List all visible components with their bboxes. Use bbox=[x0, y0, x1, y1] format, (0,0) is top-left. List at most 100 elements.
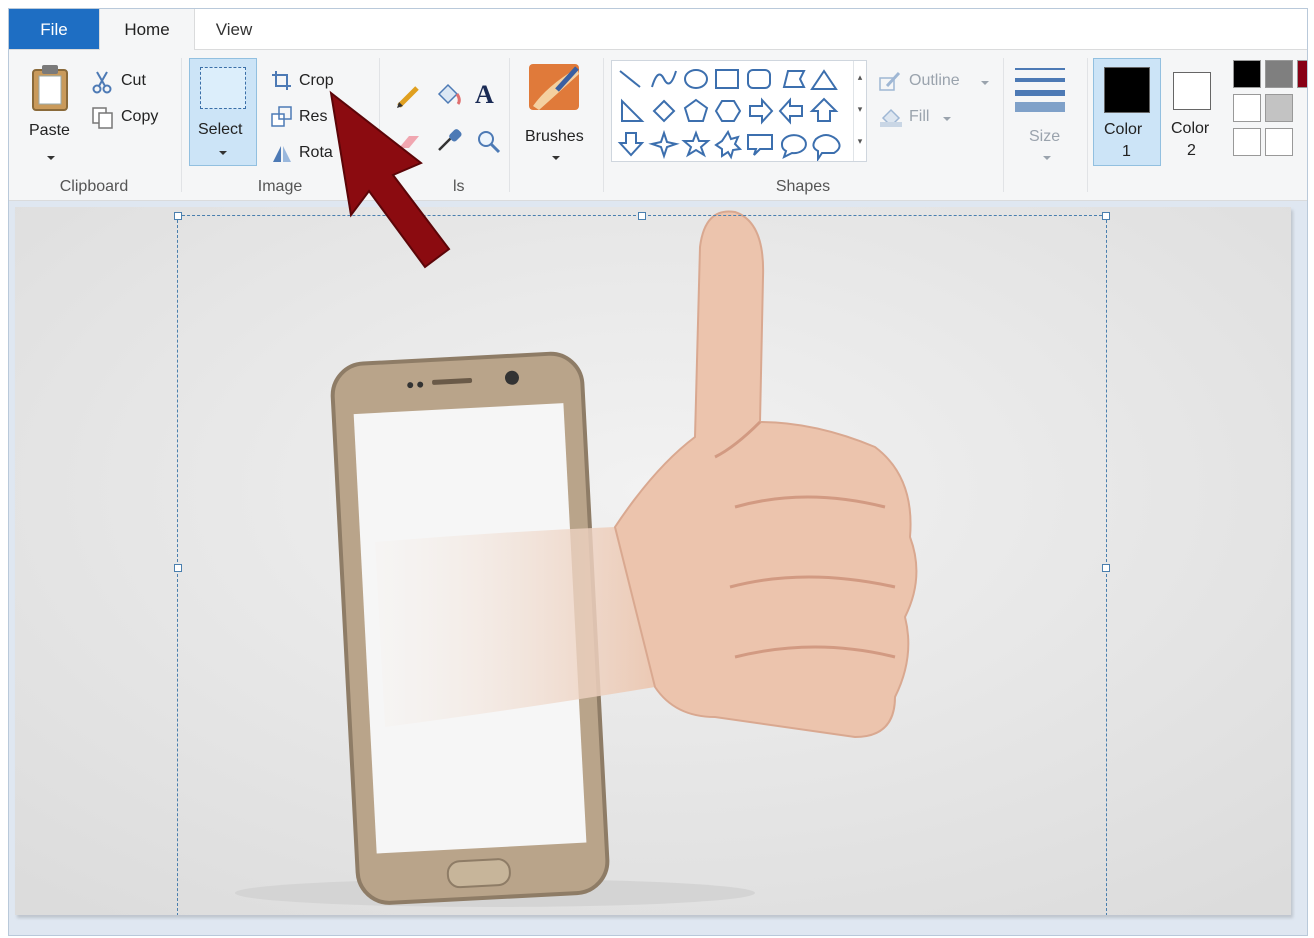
fill-button[interactable]: Fill bbox=[879, 106, 999, 130]
color1-number: 1 bbox=[1122, 143, 1131, 160]
magnifier-icon[interactable] bbox=[475, 128, 503, 156]
paste-dropdown-icon[interactable] bbox=[47, 156, 55, 160]
ribbon: Paste Cut Copy Clipboard Select Crop Res… bbox=[9, 50, 1307, 201]
triangle-shape-icon bbox=[810, 69, 838, 90]
selection-handle[interactable] bbox=[1102, 212, 1110, 220]
palette-swatch-white[interactable] bbox=[1233, 94, 1261, 122]
group-divider bbox=[1003, 58, 1004, 192]
four-point-star-shape-icon bbox=[648, 129, 680, 160]
palette-swatch-empty[interactable] bbox=[1265, 128, 1293, 156]
expand-gallery-icon[interactable]: ▾ bbox=[854, 125, 866, 157]
line-shape-icon bbox=[619, 70, 641, 88]
cloud-callout-shape-icon bbox=[812, 134, 841, 161]
rounded-rectangle-shape-icon bbox=[747, 69, 771, 89]
outline-dropdown-icon[interactable] bbox=[981, 81, 989, 85]
size-group[interactable]: Size bbox=[1005, 50, 1085, 200]
brush-icon bbox=[529, 64, 579, 110]
canvas-image[interactable] bbox=[15, 207, 1291, 915]
menu-bar: File Home View bbox=[9, 9, 1307, 50]
select-button[interactable]: Select bbox=[189, 58, 257, 166]
shapes-group: ▴ ▾ ▾ Outline Fill Shapes bbox=[605, 50, 1001, 200]
color2-number: 2 bbox=[1187, 142, 1196, 159]
color-palette bbox=[1231, 60, 1307, 170]
rect-callout-shape-icon bbox=[747, 134, 773, 156]
copy-button[interactable]: Copy bbox=[91, 106, 171, 130]
palette-swatch-empty[interactable] bbox=[1233, 128, 1261, 156]
crop-icon bbox=[272, 71, 291, 90]
up-arrow-shape-icon bbox=[809, 97, 839, 122]
shapes-scrollbar[interactable]: ▴ ▾ ▾ bbox=[853, 61, 866, 161]
group-divider bbox=[1087, 58, 1088, 192]
selection-handle[interactable] bbox=[174, 564, 182, 572]
brushes-group[interactable]: Brushes bbox=[511, 50, 601, 200]
outline-button[interactable]: Outline bbox=[879, 70, 999, 94]
color2-button[interactable]: Color 2 bbox=[1163, 58, 1229, 164]
copy-icon bbox=[92, 107, 113, 129]
oval-callout-shape-icon bbox=[780, 134, 807, 159]
resize-icon bbox=[271, 106, 292, 127]
color1-button[interactable]: Color 1 bbox=[1093, 58, 1161, 166]
left-arrow-shape-icon bbox=[778, 97, 803, 125]
fill-dropdown-icon[interactable] bbox=[943, 117, 951, 121]
tab-home[interactable]: Home bbox=[99, 9, 195, 50]
scroll-up-icon[interactable]: ▴ bbox=[854, 61, 866, 93]
shapes-gallery-icons bbox=[617, 69, 841, 161]
tab-view[interactable]: View bbox=[199, 9, 269, 49]
right-arrow-shape-icon bbox=[749, 97, 774, 125]
selection-handle[interactable] bbox=[1102, 564, 1110, 572]
select-label: Select bbox=[198, 121, 243, 138]
group-divider bbox=[603, 58, 604, 192]
rotate-icon bbox=[273, 146, 291, 162]
selection-handle[interactable] bbox=[174, 212, 182, 220]
outline-label: Outline bbox=[909, 72, 960, 89]
canvas-area bbox=[9, 201, 1307, 935]
select-dropdown-icon[interactable] bbox=[219, 151, 227, 155]
five-point-star-shape-icon bbox=[681, 130, 711, 158]
select-rect-icon bbox=[200, 67, 246, 109]
copy-label: Copy bbox=[121, 108, 159, 125]
six-point-star-shape-icon bbox=[714, 129, 743, 160]
color2-swatch bbox=[1173, 72, 1211, 110]
selection-handle[interactable] bbox=[638, 212, 646, 220]
fill-icon bbox=[880, 108, 902, 128]
clipboard-group-label: Clipboard bbox=[59, 178, 129, 195]
size-dropdown-icon[interactable] bbox=[1043, 156, 1051, 160]
clipboard-group: Paste Cut Copy Clipboard bbox=[9, 50, 179, 200]
size-label: Size bbox=[1029, 128, 1061, 145]
shapes-group-label: Shapes bbox=[775, 178, 831, 195]
outline-pencil-icon bbox=[879, 71, 901, 91]
polygon-shape-icon bbox=[782, 70, 806, 88]
color1-swatch bbox=[1104, 67, 1150, 113]
down-arrow-shape-icon bbox=[617, 132, 645, 157]
fill-label: Fill bbox=[909, 108, 930, 125]
paint-window: File Home View Paste Cut Copy Clipboard … bbox=[8, 8, 1308, 936]
diamond-shape-icon bbox=[652, 99, 676, 123]
clipboard-icon bbox=[32, 65, 68, 111]
cut-button[interactable]: Cut bbox=[91, 70, 171, 94]
size-lines-icon bbox=[1015, 68, 1065, 112]
selection-rectangle[interactable] bbox=[174, 212, 1110, 915]
cut-label: Cut bbox=[121, 72, 146, 89]
scroll-down-icon[interactable]: ▾ bbox=[854, 93, 866, 125]
color2-label: Color bbox=[1171, 120, 1210, 137]
arrow-pointer-overlay bbox=[329, 90, 451, 269]
tab-file[interactable]: File bbox=[9, 9, 99, 49]
palette-swatch-black[interactable] bbox=[1233, 60, 1261, 88]
palette-swatch-gray[interactable] bbox=[1265, 60, 1293, 88]
text-icon[interactable]: A bbox=[475, 80, 494, 110]
hexagon-shape-icon bbox=[714, 100, 742, 122]
curve-shape-icon bbox=[651, 70, 677, 88]
pentagon-shape-icon bbox=[683, 98, 709, 122]
palette-swatch-lightgray[interactable] bbox=[1265, 94, 1293, 122]
palette-swatch-darkred[interactable] bbox=[1297, 60, 1307, 88]
right-triangle-shape-icon bbox=[621, 98, 645, 122]
shapes-gallery[interactable]: ▴ ▾ ▾ bbox=[611, 60, 867, 162]
paste-label: Paste bbox=[29, 122, 70, 139]
group-divider bbox=[509, 58, 510, 192]
rectangle-shape-icon bbox=[715, 69, 739, 89]
brushes-dropdown-icon[interactable] bbox=[552, 156, 560, 160]
color1-label: Color bbox=[1104, 121, 1143, 138]
paste-button[interactable]: Paste bbox=[21, 58, 81, 168]
group-divider bbox=[181, 58, 182, 192]
brushes-label: Brushes bbox=[525, 128, 584, 145]
